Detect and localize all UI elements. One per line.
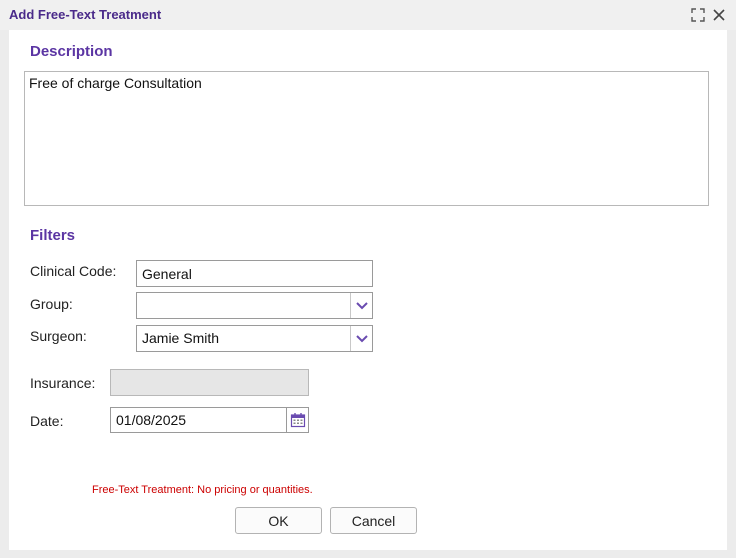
close-icon[interactable] [711, 7, 727, 23]
surgeon-label: Surgeon: [30, 328, 87, 344]
dialog-body: Description Free of charge Consultation … [9, 30, 727, 550]
free-text-treatment-dialog: Add Free-Text Treatment Description Free… [0, 0, 736, 558]
description-heading: Description [30, 43, 113, 60]
description-textarea[interactable]: Free of charge Consultation [24, 71, 709, 206]
surgeon-select[interactable]: Jamie Smith [136, 325, 373, 352]
ok-button[interactable]: OK [235, 507, 322, 534]
surgeon-select-value: Jamie Smith [142, 330, 220, 346]
dialog-titlebar: Add Free-Text Treatment [0, 0, 736, 30]
clinical-code-label: Clinical Code: [30, 263, 117, 279]
cancel-button[interactable]: Cancel [330, 507, 417, 534]
group-select[interactable] [136, 292, 373, 319]
maximize-icon[interactable] [690, 7, 706, 23]
dialog-title: Add Free-Text Treatment [9, 7, 162, 22]
chevron-down-icon[interactable] [350, 326, 372, 351]
clinical-code-input[interactable] [136, 260, 373, 287]
date-label: Date: [30, 413, 64, 429]
chevron-down-icon[interactable] [350, 293, 372, 318]
group-label: Group: [30, 296, 73, 312]
warning-message: Free-Text Treatment: No pricing or quant… [92, 484, 313, 496]
insurance-label: Insurance: [30, 375, 96, 391]
filters-heading: Filters [30, 227, 76, 244]
insurance-field [110, 369, 309, 396]
calendar-icon[interactable] [287, 407, 309, 433]
date-input[interactable] [110, 407, 287, 433]
